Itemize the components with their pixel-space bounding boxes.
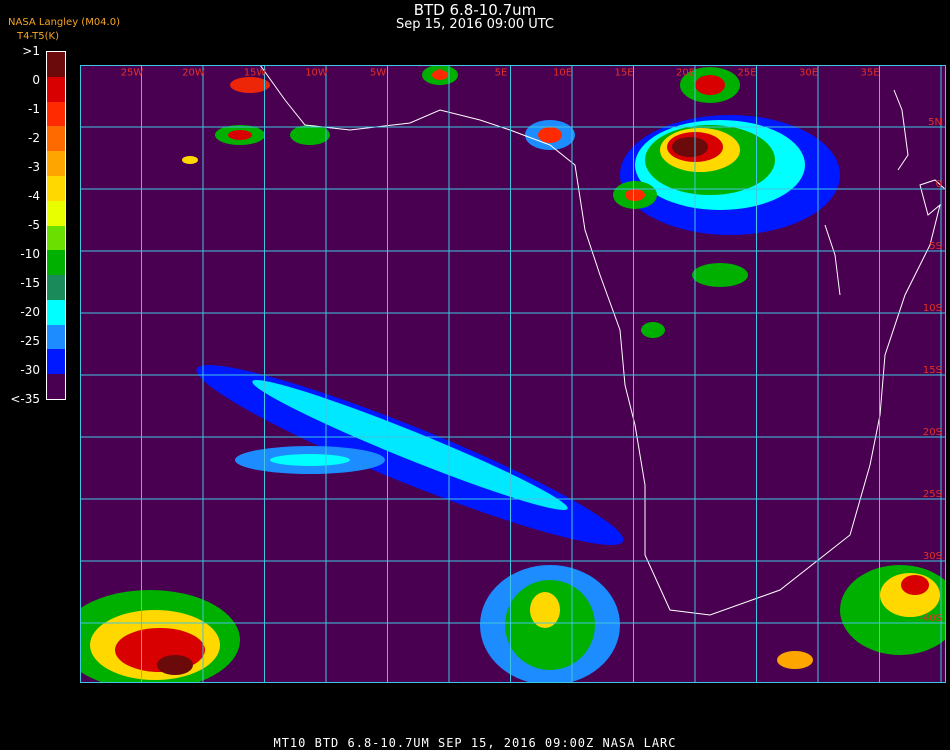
latitude-label: 0: [936, 179, 942, 190]
credit-line-1: NASA Langley (M04.0): [8, 17, 120, 28]
map-timestamp: Sep 15, 2016 09:00 UTC: [395, 17, 555, 32]
color-scale-label: -30: [20, 363, 40, 377]
longitude-label: 20W: [182, 67, 205, 78]
longitude-label: 25W: [121, 67, 144, 78]
longitude-label: 15W: [244, 67, 267, 78]
color-scale-label: -2: [28, 131, 40, 145]
color-swatch: [47, 324, 65, 350]
color-scale-label: -15: [20, 276, 40, 290]
color-scale-label: >1: [22, 44, 40, 58]
color-swatch: [47, 126, 65, 152]
color-scale-label: -4: [28, 189, 40, 203]
longitude-label: 5E: [495, 67, 508, 78]
latitude-label: 20S: [923, 427, 942, 438]
color-scale-label: -5: [28, 218, 40, 232]
longitude-label: 25E: [737, 67, 756, 78]
color-scale-label: -1: [28, 102, 40, 116]
color-swatch: [47, 101, 65, 127]
color-swatch: [47, 299, 65, 326]
color-swatch: [47, 250, 65, 276]
color-swatch: [47, 275, 65, 301]
longitude-label: 35E: [860, 67, 879, 78]
map-canvas[interactable]: 25W 20W 15W 10W 5W 0 5E 10E 15E 20E 25E 30E 35E 5N 0 5S…: [80, 65, 946, 683]
color-swatch: [47, 76, 65, 103]
satellite-map[interactable]: 25W 20W 15W 10W 5W 0 5E 10E 15E 20E 25E 30E 35E 5N 0 5S…: [80, 65, 946, 683]
latitude-label: 30S: [923, 551, 942, 562]
color-scale-label: 0: [32, 73, 40, 87]
color-scale-label: <-35: [10, 392, 40, 406]
color-scale-label: -10: [20, 247, 40, 261]
image-footer: MT10 BTD 6.8-10.7UM SEP 15, 2016 09:00Z …: [273, 736, 677, 750]
color-scale-label: -3: [28, 160, 40, 174]
color-swatch: [47, 175, 65, 202]
color-scale-label: -25: [20, 334, 40, 348]
longitude-label: 30E: [799, 67, 818, 78]
longitude-label: 20E: [676, 67, 695, 78]
latitude-label: 5S: [929, 241, 942, 252]
latitude-label: 10S: [923, 303, 942, 314]
longitude-label: 5W: [370, 67, 386, 78]
latitude-label: 15S: [923, 365, 942, 376]
color-swatch: [47, 151, 65, 177]
latitude-label: 25S: [923, 489, 942, 500]
longitude-label: 15E: [614, 67, 633, 78]
color-swatch: [47, 52, 65, 78]
latitude-label: -40S: [919, 613, 942, 624]
color-scale-bar: [46, 51, 66, 400]
longitude-label: 10E: [553, 67, 572, 78]
latitude-label: 5N: [928, 117, 942, 128]
longitude-label: 0: [436, 67, 442, 78]
color-swatch: [47, 200, 65, 226]
color-swatch: [47, 374, 65, 400]
color-swatch: [47, 349, 65, 375]
color-scale-label: -20: [20, 305, 40, 319]
longitude-label: 10W: [305, 67, 328, 78]
credit-line-2: T4-T5(K): [17, 31, 59, 42]
color-swatch: [47, 225, 65, 251]
